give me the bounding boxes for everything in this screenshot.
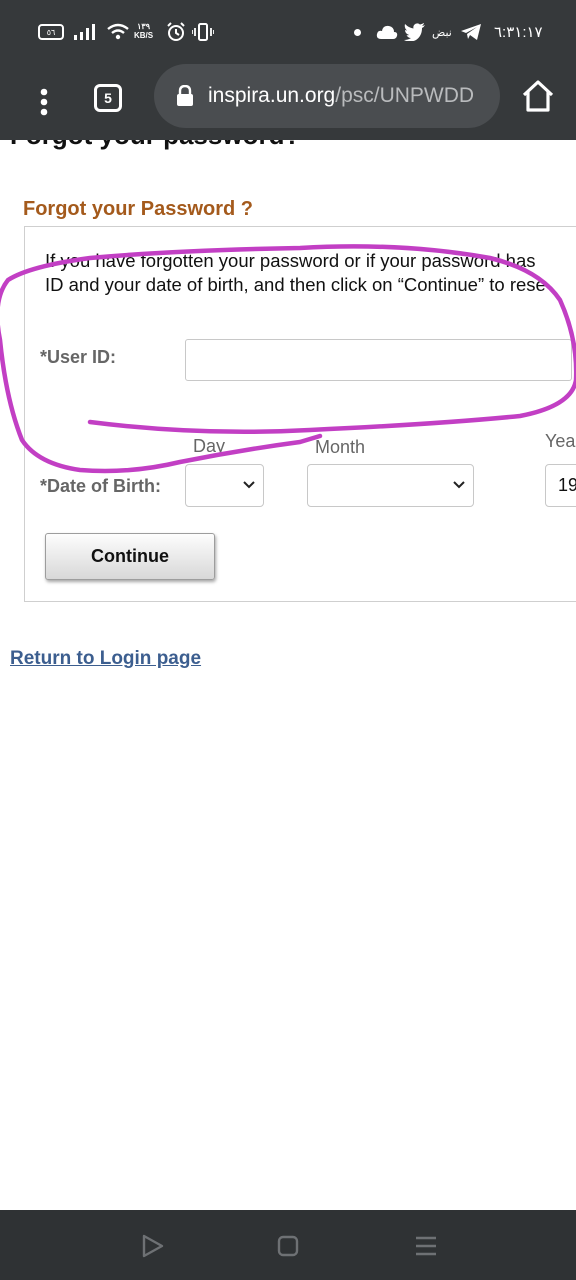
dot-icon [354,20,361,44]
section-title: Forgot your Password ? [23,198,254,220]
carrier-text: نبض [432,26,452,39]
continue-button[interactable]: Continue [45,533,215,580]
battery-level: ٥٦ [38,24,64,40]
lock-icon [177,85,193,106]
clock: ٦:٣١:١٧ [494,24,543,41]
net-speed: ١٣٩ KB/S [134,22,153,46]
home-nav-icon[interactable] [274,1232,302,1260]
instructions-line: ID and your date of birth, and then clic… [45,274,546,295]
page-heading: Forgot your password? [10,140,300,151]
user-id-input[interactable] [185,339,572,381]
alarm-icon [166,20,186,44]
wifi-icon [106,20,130,44]
back-icon[interactable] [138,1232,166,1260]
web-page: Forgot your password? Forgot your Passwo… [0,140,576,1210]
instructions: If you have forgotten your password or i… [45,249,576,297]
url-path: /psc/UNPWDD [335,84,475,107]
system-nav-bar [0,1210,576,1280]
tab-switcher-button[interactable]: 5 [94,84,122,112]
vibrate-icon [192,20,214,44]
year-label: Yea [545,431,576,451]
return-to-login-link[interactable]: Return to Login page [10,648,201,670]
url-text: inspira.un.org/psc/UNPWDD [208,84,474,108]
twitter-icon [404,20,426,44]
chevron-down-icon [453,481,465,489]
day-label: Day [193,436,226,456]
status-bar: ٥٦ ١٣٩ KB/S نبض ٦:٣١:١٧ [0,0,576,64]
more-menu-icon[interactable] [34,82,54,122]
browser-toolbar: 5 inspira.un.org/psc/UNPWDD [0,64,576,140]
month-select[interactable] [307,464,474,507]
year-select[interactable]: 19 [545,464,576,507]
year-value: 19 [558,475,576,495]
recents-icon[interactable] [412,1232,440,1260]
telegram-icon [460,20,482,44]
user-id-label: *User ID: [40,347,117,367]
month-label: Month [315,437,366,457]
net-speed-unit: KB/S [134,31,154,40]
forgot-password-form: If you have forgotten your password or i… [24,226,576,602]
day-select[interactable] [185,464,264,507]
date-of-birth-label: *Date of Birth: [40,476,161,496]
address-bar[interactable]: inspira.un.org/psc/UNPWDD [154,64,500,128]
cloud-icon [376,20,398,44]
battery-icon: ٥٦ [38,20,64,44]
instructions-line: If you have forgotten your password or i… [45,250,536,271]
url-domain: inspira.un.org [208,84,336,107]
net-speed-value: ١٣٩ [137,22,150,31]
chevron-down-icon [243,481,255,489]
signal-icon [72,20,96,44]
home-icon[interactable] [520,78,556,114]
